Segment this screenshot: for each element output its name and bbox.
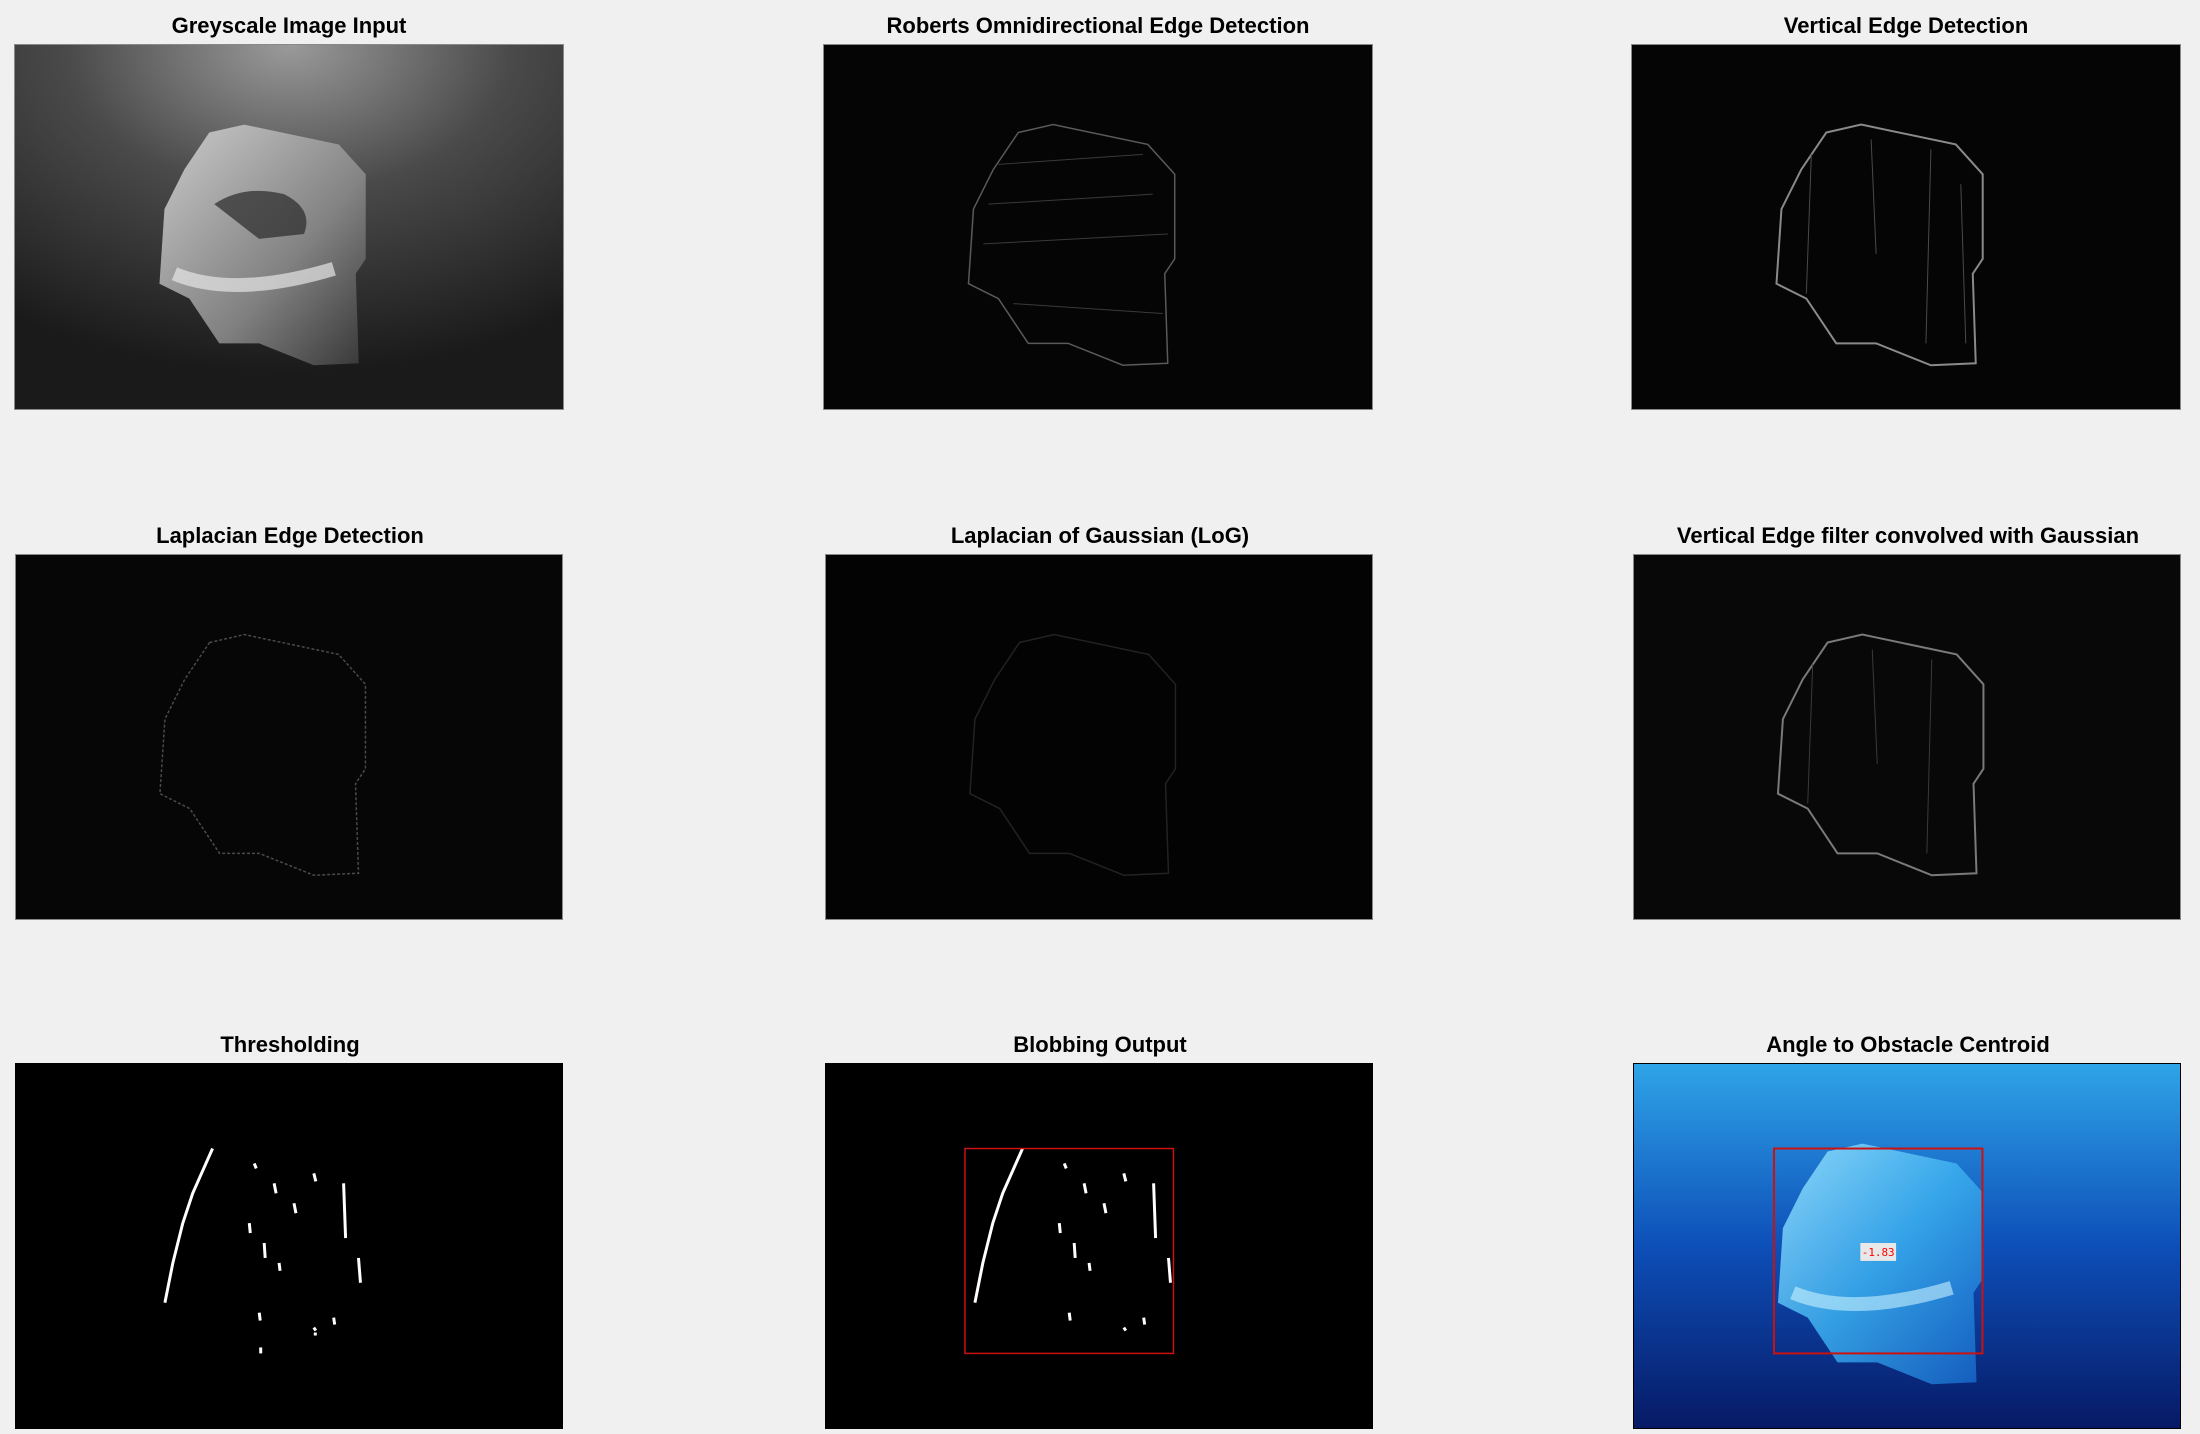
panel-title: Laplacian Edge Detection [156,523,424,548]
threshold-axes [15,1063,563,1429]
threshold-image [16,1064,562,1428]
panel-title: Roberts Omnidirectional Edge Detection [886,13,1310,38]
log-edges-image [826,555,1372,919]
vertical-gaussian-image [1634,555,2180,919]
figure-window: Greyscale Image Input Roberts Omnidirect… [0,0,2200,1434]
laplacian-edges-axes [15,554,563,920]
panel-title: Vertical Edge Detection [1783,13,2029,38]
roberts-edges-axes [823,44,1373,410]
greyscale-image-axes [14,44,564,410]
angle-axes: -1.83 [1633,1063,2181,1429]
blob-axes [825,1063,1373,1429]
blob-image [826,1064,1372,1428]
laplacian-edges-image [16,555,562,919]
vertical-gaussian-axes [1633,554,2181,920]
panel-title: Angle to Obstacle Centroid [1766,1032,2050,1057]
color-underwater-image: -1.83 [1634,1064,2180,1428]
vertical-edges-axes [1631,44,2181,410]
roberts-edges-image [824,45,1372,409]
greyscale-image [15,45,563,409]
panel-title: Laplacian of Gaussian (LoG) [950,523,1250,548]
panel-title: Vertical Edge filter convolved with Gaus… [1676,523,2140,548]
panel-title: Thresholding [220,1032,360,1057]
log-edges-axes [825,554,1373,920]
panel-title: Blobbing Output [1013,1032,1187,1057]
panel-title: Greyscale Image Input [171,13,407,38]
vertical-edges-image [1632,45,2180,409]
angle-label: -1.83 [1862,1246,1895,1259]
